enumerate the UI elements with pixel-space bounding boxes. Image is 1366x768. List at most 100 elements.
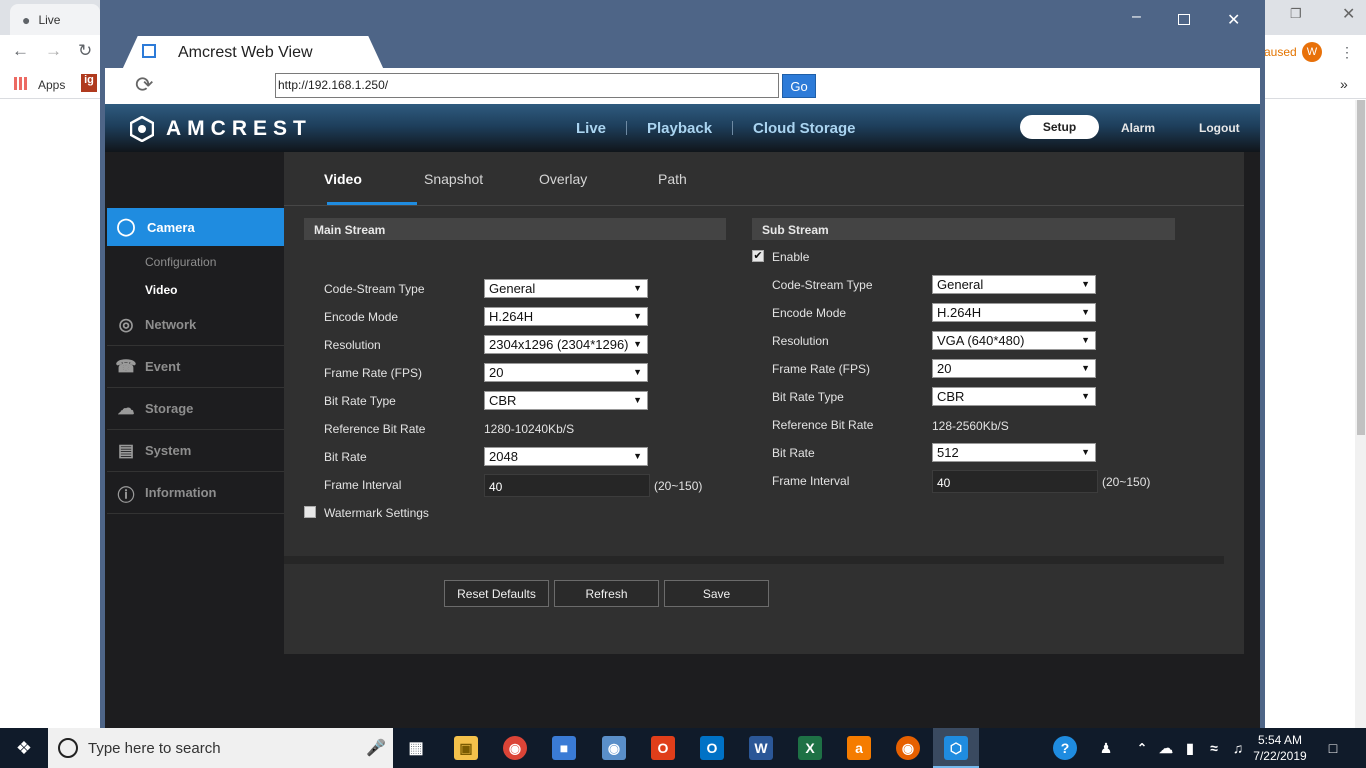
nav-cloud-storage[interactable]: Cloud Storage [753, 120, 856, 137]
main-code-stream-type-select[interactable]: General [484, 279, 648, 298]
sub-stream-header: Sub Stream [752, 218, 1175, 240]
reset-defaults-button[interactable]: Reset Defaults [444, 580, 549, 607]
setup-button[interactable]: Setup [1020, 115, 1099, 139]
sidebar-item-network[interactable]: ◎ Network [107, 304, 285, 346]
outlook-icon[interactable]: O [700, 736, 724, 760]
apps-bookmark[interactable]: Apps [38, 78, 65, 92]
refresh-button[interactable]: Refresh [554, 580, 659, 607]
word-icon[interactable]: W [749, 736, 773, 760]
tray-chevron-icon[interactable]: ⌃ [1130, 736, 1154, 760]
taskbar-search-placeholder: Type here to search [88, 739, 221, 757]
sub-code-stream-type-select[interactable]: General [932, 275, 1096, 294]
browser-tab[interactable]: ● Live [10, 4, 100, 35]
content-divider [284, 556, 1224, 564]
tab-video[interactable]: Video [324, 171, 362, 187]
sidebar-item-storage[interactable]: ☁ Storage [107, 388, 285, 430]
cloud-storage-icon: ☁ [117, 399, 135, 418]
main-resolution-select[interactable]: 2304x1296 (2304*1296) [484, 335, 648, 354]
main-frame-rate-select[interactable]: 20 [484, 363, 648, 382]
back-icon[interactable]: ← [12, 41, 29, 61]
alarm-link[interactable]: Alarm [1121, 121, 1155, 135]
excel-icon[interactable]: X [798, 736, 822, 760]
clock-date: 7/22/2019 [1253, 749, 1307, 763]
maximize-icon[interactable] [1178, 14, 1190, 25]
sidebar-item-camera[interactable]: ◯ Camera [107, 208, 292, 246]
nav-playback[interactable]: Playback [647, 120, 712, 137]
sub-frame-rate-label: Frame Rate (FPS) [772, 362, 871, 376]
refresh-icon[interactable]: ⟳ [135, 72, 153, 98]
sub-encode-mode-select[interactable]: H.264H [932, 303, 1096, 322]
sidebar-sub-configuration[interactable]: Configuration [145, 255, 216, 269]
tab-path[interactable]: Path [658, 171, 687, 187]
sidebar-item-system[interactable]: ▤ System [107, 430, 285, 472]
profile-avatar[interactable]: W [1302, 42, 1322, 62]
amcrest-window: – ✕ Amcrest Web View ⟳ http://192.168.1.… [100, 0, 1265, 728]
monitor-icon: ▤ [117, 441, 135, 460]
sub-frame-rate-select[interactable]: 20 [932, 359, 1096, 378]
sidebar-item-information[interactable]: ⓘ Information [107, 472, 285, 514]
main-resolution-label: Resolution [324, 338, 381, 352]
task-view-icon[interactable]: ▦ [404, 736, 428, 760]
logout-link[interactable]: Logout [1199, 121, 1240, 135]
main-frame-interval-input[interactable]: 40 [484, 474, 650, 497]
bookmarks-overflow-icon[interactable]: » [1340, 76, 1348, 92]
main-bit-rate-type-select[interactable]: CBR [484, 391, 648, 410]
notification-center-icon[interactable]: □ [1321, 736, 1345, 760]
office-icon[interactable]: O [651, 736, 675, 760]
logo-text: AMCREST [166, 117, 312, 140]
sidebar: ◯ Camera Configuration Video ◎ Network ☎… [105, 152, 292, 728]
main-bit-rate-select[interactable]: 2048 [484, 447, 648, 466]
tab-overlay[interactable]: Overlay [539, 171, 587, 187]
help-icon[interactable]: ? [1053, 736, 1077, 760]
forward-icon[interactable]: → [45, 41, 62, 61]
sidebar-sub-video[interactable]: Video [145, 283, 177, 297]
go-button[interactable]: Go [782, 74, 816, 98]
restore-icon[interactable]: ❐ [1290, 6, 1302, 22]
menu-kebab-icon[interactable]: ⋮ [1340, 44, 1354, 61]
save-button[interactable]: Save [664, 580, 769, 607]
reload-icon[interactable]: ↻ [78, 41, 92, 61]
sidebar-item-label: Information [145, 485, 217, 500]
microphone-icon[interactable]: 🎤 [366, 738, 386, 758]
taskbar-search-box[interactable]: Type here to search 🎤 [48, 728, 393, 768]
enable-checkbox[interactable]: ✔ [752, 250, 764, 262]
firefox-icon[interactable]: ◉ [896, 736, 920, 760]
people-icon[interactable]: ♟ [1094, 736, 1118, 760]
sidebar-item-event[interactable]: ☎ Event [107, 346, 285, 388]
enable-label: Enable [772, 250, 810, 264]
watermark-checkbox[interactable] [304, 506, 316, 518]
taskbar-clock[interactable]: 5:54 AM 7/22/2019 [1250, 732, 1310, 764]
window-close-icon[interactable]: ✕ [1227, 10, 1240, 30]
main-frame-rate-label: Frame Rate (FPS) [324, 366, 423, 380]
nav-live[interactable]: Live [576, 120, 606, 137]
wifi-icon[interactable]: ≈ [1202, 736, 1226, 760]
file-explorer-icon[interactable]: ▣ [454, 736, 478, 760]
amcrest-logo: AMCREST [130, 116, 312, 142]
sub-reference-bit-rate-label: Reference Bit Rate [772, 418, 874, 432]
main-bit-rate-type-label: Bit Rate Type [324, 394, 396, 408]
avast-icon[interactable]: a [847, 736, 871, 760]
screenshot-tool-icon[interactable]: ◉ [602, 736, 626, 760]
main-encode-mode-select[interactable]: H.264H [484, 307, 648, 326]
sub-frame-interval-input[interactable]: 40 [932, 470, 1098, 493]
scrollbar-thumb[interactable] [1357, 100, 1365, 435]
windows-start-icon[interactable]: ❖ [0, 728, 48, 768]
main-reference-bit-rate-value: 1280-10240Kb/S [484, 422, 575, 436]
chrome-icon[interactable]: ◉ [503, 736, 527, 760]
browser-close-icon[interactable]: ✕ [1342, 4, 1355, 24]
sub-resolution-label: Resolution [772, 334, 829, 348]
volume-icon[interactable]: ♫ [1226, 736, 1250, 760]
url-input[interactable]: http://192.168.1.250/ [275, 73, 779, 98]
sidebar-item-label: Storage [145, 401, 194, 416]
sub-bit-rate-type-select[interactable]: CBR [932, 387, 1096, 406]
sub-bit-rate-select[interactable]: 512 [932, 443, 1096, 462]
remote-desktop-icon[interactable]: ■ [552, 736, 576, 760]
onedrive-icon[interactable]: ☁ [1154, 736, 1178, 760]
sidebar-item-label: Camera [147, 219, 195, 235]
battery-icon[interactable]: ▮ [1178, 736, 1202, 760]
ig-bookmark-icon[interactable]: ig [81, 74, 97, 92]
tab-snapshot[interactable]: Snapshot [424, 171, 483, 187]
sub-resolution-select[interactable]: VGA (640*480) [932, 331, 1096, 350]
minimize-icon[interactable]: – [1132, 8, 1141, 26]
sidebar-item-label: Event [145, 359, 181, 374]
